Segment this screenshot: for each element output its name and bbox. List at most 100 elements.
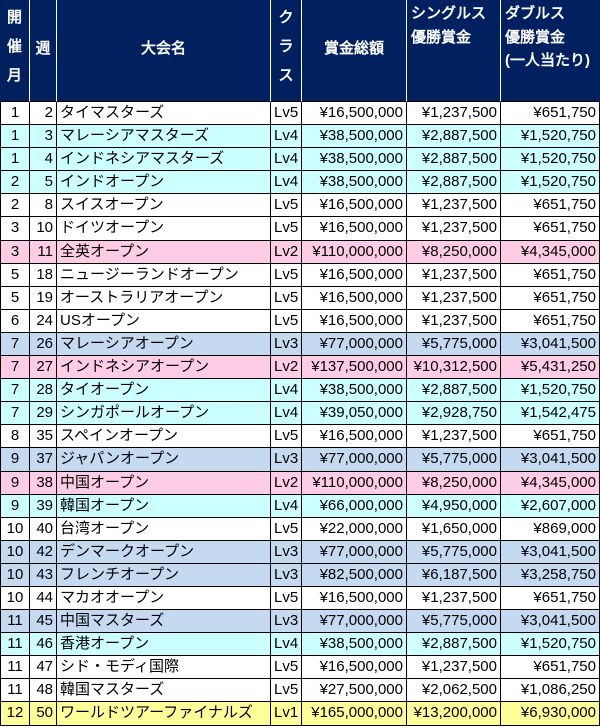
- doubles-prize-cell: ¥1,542,475: [501, 402, 600, 426]
- tournament-name-cell: ジャパンオープン: [57, 448, 271, 472]
- week-cell: 8: [30, 194, 57, 218]
- tournament-name-cell: 韓国オープン: [57, 494, 271, 518]
- singles-prize-cell: ¥2,887,500: [407, 633, 501, 657]
- table-row: 9 37 ジャパンオープン Lv3 ¥77,000,000 ¥5,775,000 ¥3,04…: [0, 448, 600, 472]
- class-cell: Lv3: [271, 332, 302, 357]
- singles-prize-cell: ¥2,887,500: [407, 379, 501, 403]
- month-cell: 7: [0, 402, 30, 426]
- table-row: 9 38 中国オープン Lv2 ¥110,000,000 ¥8,250,000 ¥4,345…: [0, 471, 600, 495]
- tournament-name-cell: USオープン: [57, 309, 271, 333]
- tournament-name-cell: インドネシアオープン: [57, 356, 271, 380]
- tournament-name-cell: 台湾オープン: [57, 517, 271, 541]
- doubles-prize-cell: ¥4,345,000: [501, 240, 600, 264]
- singles-prize-cell: ¥2,887,500: [407, 125, 501, 149]
- class-cell: Lv4: [271, 148, 302, 172]
- table-row: 5 18 ニュージーランドオープン Lv5 ¥16,500,000 ¥1,237,500 ¥…: [0, 263, 600, 287]
- month-cell: 3: [0, 240, 30, 264]
- header-doubles-prize: ダブルス 優勝賞金 (一人当たり): [501, 0, 600, 102]
- doubles-prize-cell: ¥651,750: [501, 194, 600, 218]
- total-prize-cell: ¥38,500,000: [302, 633, 407, 657]
- singles-prize-cell: ¥10,312,500: [407, 356, 501, 380]
- month-cell: 9: [0, 448, 30, 472]
- doubles-prize-cell: ¥651,750: [501, 425, 600, 449]
- table-row: 3 10 ドイツオープン Lv5 ¥16,500,000 ¥1,237,500 ¥651,7…: [0, 217, 600, 241]
- week-cell: 19: [30, 286, 57, 310]
- total-prize-cell: ¥38,500,000: [302, 125, 407, 149]
- doubles-prize-cell: ¥1,086,250: [501, 679, 600, 703]
- month-cell: 9: [0, 471, 30, 495]
- class-cell: Lv5: [271, 194, 302, 218]
- total-prize-cell: ¥77,000,000: [302, 332, 407, 357]
- tournament-name-cell: デンマークオープン: [57, 540, 271, 564]
- header-month: 開催月: [0, 0, 30, 102]
- tournament-name-cell: 全英オープン: [57, 240, 271, 264]
- table-row: 10 44 マカオオープン Lv5 ¥16,500,000 ¥1,237,500 ¥651,…: [0, 586, 600, 611]
- class-cell: Lv5: [271, 309, 302, 333]
- month-cell: 12: [0, 702, 30, 726]
- total-prize-cell: ¥137,500,000: [302, 356, 407, 380]
- doubles-prize-cell: ¥1,520,750: [501, 171, 600, 195]
- total-prize-cell: ¥77,000,000: [302, 610, 407, 634]
- week-cell: 37: [30, 448, 57, 472]
- week-cell: 44: [30, 586, 57, 611]
- class-cell: Lv5: [271, 286, 302, 310]
- week-cell: 4: [30, 148, 57, 172]
- tournament-name-cell: インドオープン: [57, 171, 271, 195]
- class-cell: Lv5: [271, 263, 302, 287]
- header-doubles-line: ダブルス: [505, 5, 566, 22]
- total-prize-cell: ¥16,500,000: [302, 194, 407, 218]
- week-cell: 11: [30, 240, 57, 264]
- tournament-name-cell: マレーシアマスターズ: [57, 125, 271, 149]
- doubles-prize-cell: ¥651,750: [501, 263, 600, 287]
- header-total-prize: 賞金総額: [302, 0, 407, 102]
- tournament-name-cell: スペインオープン: [57, 425, 271, 449]
- singles-prize-cell: ¥1,650,000: [407, 517, 501, 541]
- total-prize-cell: ¥16,500,000: [302, 656, 407, 680]
- week-cell: 5: [30, 171, 57, 195]
- header-total-prize-label: 賞金総額: [323, 40, 384, 57]
- singles-prize-cell: ¥2,062,500: [407, 679, 501, 703]
- week-cell: 46: [30, 633, 57, 657]
- class-cell: Lv1: [271, 702, 302, 726]
- header-singles-line: 優勝賞金: [411, 28, 472, 46]
- singles-prize-cell: ¥8,250,000: [407, 240, 501, 264]
- week-cell: 48: [30, 679, 57, 703]
- month-cell: 6: [0, 309, 30, 333]
- month-cell: 7: [0, 379, 30, 403]
- week-cell: 3: [30, 125, 57, 149]
- table-row: 11 45 中国マスターズ Lv3 ¥77,000,000 ¥5,775,000 ¥3,04…: [0, 610, 600, 634]
- total-prize-cell: ¥16,500,000: [302, 586, 407, 611]
- table-row: 1 2 タイマスターズ Lv5 ¥16,500,000 ¥1,237,500 ¥651,75…: [0, 102, 600, 126]
- table-row: 11 47 シド・モディ国際 Lv5 ¥16,500,000 ¥1,237,500 ¥651…: [0, 656, 600, 680]
- week-cell: 43: [30, 563, 57, 587]
- doubles-prize-cell: ¥3,041,500: [501, 610, 600, 634]
- week-cell: 10: [30, 217, 57, 241]
- class-cell: Lv5: [271, 102, 302, 126]
- header-class: クラス: [271, 0, 302, 102]
- total-prize-cell: ¥16,500,000: [302, 217, 407, 241]
- class-cell: Lv2: [271, 471, 302, 495]
- total-prize-cell: ¥39,050,000: [302, 402, 407, 426]
- month-cell: 2: [0, 194, 30, 218]
- doubles-prize-cell: ¥3,041,500: [501, 540, 600, 564]
- total-prize-cell: ¥16,500,000: [302, 425, 407, 449]
- table-row: 12 50 ワールドツアーファイナルズ Lv1 ¥165,000,000 ¥13,200,…: [0, 702, 600, 726]
- header-week-label: 週: [35, 40, 51, 57]
- header-singles-prize: シングルス 優勝賞金: [407, 0, 501, 102]
- singles-prize-cell: ¥5,775,000: [407, 332, 501, 357]
- doubles-prize-cell: ¥6,930,000: [501, 702, 600, 726]
- doubles-prize-cell: ¥1,520,750: [501, 633, 600, 657]
- total-prize-cell: ¥16,500,000: [302, 309, 407, 333]
- class-cell: Lv3: [271, 448, 302, 472]
- doubles-prize-cell: ¥4,345,000: [501, 471, 600, 495]
- total-prize-cell: ¥82,500,000: [302, 563, 407, 587]
- singles-prize-cell: ¥2,928,750: [407, 402, 501, 426]
- doubles-prize-cell: ¥651,750: [501, 286, 600, 310]
- total-prize-cell: ¥22,000,000: [302, 517, 407, 541]
- singles-prize-cell: ¥2,887,500: [407, 171, 501, 195]
- tournament-name-cell: タイオープン: [57, 379, 271, 403]
- header-class-label: クラス: [278, 9, 294, 84]
- singles-prize-cell: ¥1,237,500: [407, 102, 501, 126]
- month-cell: 11: [0, 633, 30, 657]
- doubles-prize-cell: ¥1,520,750: [501, 148, 600, 172]
